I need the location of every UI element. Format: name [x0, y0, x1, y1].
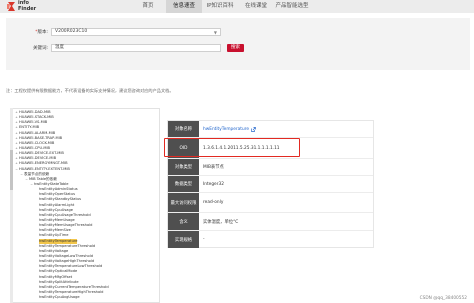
object-type-value: MIB表节点 [203, 165, 224, 170]
collapse-icon[interactable]: − [15, 167, 18, 172]
object-name-link[interactable]: hwEntityTemperature [203, 121, 256, 137]
detail-key: 数据类型 [168, 176, 199, 192]
watermark: CSDN @qq_38400552 [419, 296, 467, 301]
detail-row-max-access: 最大访问权限 read-only [168, 193, 373, 213]
detail-row-object-type: 对象类型 MIB表节点 [168, 159, 373, 176]
nav-item-home[interactable]: 首页 [130, 0, 166, 13]
disclaimer-note: 注：工程仅提供有限数据能力，不代表设备的实际支持情况，建议您咨询对应的产品文档。 [6, 88, 174, 93]
top-nav-bar: info Finder 首页 信息速查 IP知识百科 在线课堂 产品智能选型 [0, 0, 474, 13]
oid-highlight-box [164, 138, 300, 157]
keyword-label: 关键词: [32, 46, 48, 51]
collapse-icon[interactable]: − [30, 182, 33, 187]
collapse-icon[interactable]: − [25, 177, 28, 182]
implementation-value: - [203, 237, 205, 242]
version-label-text: 版本: [37, 30, 48, 35]
object-name-value: hwEntityTemperature [203, 126, 249, 132]
detail-key: 对象类型 [168, 159, 199, 175]
detail-key: 最大访问权限 [168, 193, 199, 212]
version-select[interactable]: V200R023C10 ▼ [51, 28, 221, 36]
detail-key: 对象名称 [168, 121, 199, 137]
search-panel: *版本: V200R023C10 ▼ 关键词: 温度 搜索 [6, 18, 470, 70]
nav-item-product-selection[interactable]: 产品智能选型 [274, 0, 310, 13]
detail-key: 含义 [168, 213, 199, 230]
version-select-value: V200R023C10 [55, 29, 88, 34]
nav-item-info-lookup[interactable]: 信息速查 [166, 0, 202, 13]
info-finder-logo-icon [7, 2, 15, 11]
version-label: *版本: [20, 29, 48, 35]
search-button[interactable]: 搜索 [227, 44, 244, 52]
max-access-value: read-only [203, 200, 224, 205]
mib-tree-list: + HUAWEI-DAD-MIB + HUAWEI-STACK-MIB + HUAWEI-… [15, 110, 109, 300]
detail-row-object-name: 对象名称 hwEntityTemperature [168, 121, 373, 138]
main-menu: 首页 信息速查 IP知识百科 在线课堂 产品智能选型 [130, 0, 310, 13]
keyword-row: 关键词: 温度 搜索 [20, 44, 244, 52]
detail-row-implementation: 实现规格 - [168, 231, 373, 248]
detail-row-data-type: 数据类型 Integer32 [168, 176, 373, 193]
detail-row-meaning: 含义 实体温度，单位°C [168, 213, 373, 231]
tree-item-label: hwEntityCpuAvgUsage [39, 295, 80, 300]
data-type-value: Integer32 [203, 181, 224, 187]
tree-scrollbar[interactable] [10, 108, 13, 303]
meaning-value: 实体温度，单位°C [203, 219, 239, 225]
brand-name: info Finder [18, 0, 37, 12]
tree-scrollbar-thumb[interactable] [10, 150, 13, 190]
brand-line-2: Finder [18, 5, 37, 12]
detail-key: 实现规格 [168, 231, 199, 248]
external-link-icon[interactable] [251, 126, 256, 132]
nav-item-ip-wiki[interactable]: IP知识百科 [202, 0, 238, 13]
keyword-input[interactable]: 温度 [51, 44, 221, 52]
mib-tree: + HUAWEI-DAD-MIB + HUAWEI-STACK-MIB + HUAWEI-… [10, 108, 160, 303]
chevron-down-icon: ▼ [213, 30, 217, 35]
nav-item-online-class[interactable]: 在线课堂 [238, 0, 274, 13]
collapse-icon[interactable]: − [20, 172, 23, 177]
tree-item[interactable]: hwEntityCpuAvgUsage [15, 295, 109, 300]
version-row: *版本: V200R023C10 ▼ [20, 28, 221, 36]
info-finder-logo[interactable]: info Finder [6, 0, 46, 13]
